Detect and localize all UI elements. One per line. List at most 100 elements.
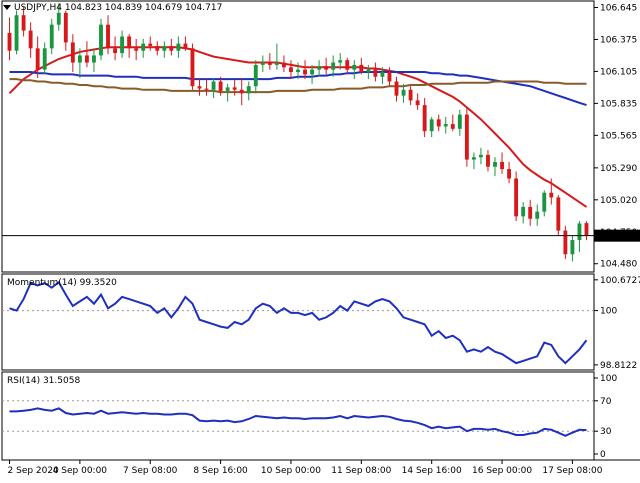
rsi-tick-label: 70 (600, 397, 612, 407)
bearish-candle (204, 88, 209, 90)
bearish-candle (183, 43, 188, 49)
bullish-candle (77, 55, 82, 63)
momentum-line (9, 280, 588, 365)
bearish-candle (450, 124, 455, 129)
time-tick-label: 16 Sep 00:00 (472, 466, 532, 476)
bullish-candle (42, 48, 47, 70)
bearish-candle (106, 24, 110, 49)
time-tick-label: 17 Sep 08:00 (542, 466, 602, 476)
bearish-candle (563, 230, 568, 255)
bullish-candle (577, 223, 582, 241)
bearish-candle (500, 161, 504, 170)
bearish-candle (436, 119, 441, 127)
time-tick-label: 14 Sep 16:00 (402, 466, 462, 476)
bearish-candle (422, 105, 427, 132)
bullish-candle (471, 157, 476, 160)
bearish-candle (197, 86, 202, 89)
bullish-candle (260, 62, 265, 65)
bearish-candle (584, 223, 589, 236)
price-tick-label: 105.835 (600, 99, 637, 109)
bearish-candle (528, 206, 533, 219)
bullish-candle (92, 55, 96, 63)
momentum-tick-label: 98.8122 (600, 361, 637, 371)
time-tick-label: 8 Sep 16:00 (193, 466, 248, 476)
price-tick-label: 104.480 (600, 260, 637, 270)
time-tick-label: 7 Sep 08:00 (123, 466, 178, 476)
bullish-candle (14, 15, 19, 51)
bullish-candle (274, 62, 279, 65)
bullish-candle (521, 206, 526, 217)
bullish-candle (542, 192, 547, 212)
bullish-candle (443, 124, 448, 127)
pane-frame-main (1, 0, 595, 273)
bullish-candle (211, 81, 216, 90)
rsi-tick-label: 30 (600, 427, 612, 437)
bearish-candle (324, 66, 329, 70)
price-tick-label: 106.645 (600, 4, 637, 14)
bearish-candle (7, 32, 12, 51)
time-tick-label: 10 Sep 00:00 (261, 466, 321, 476)
bullish-candle (310, 69, 315, 75)
bearish-candle (345, 60, 350, 70)
bearish-candle (486, 154, 490, 167)
rsi-title: RSI(14) 31.5058 (7, 376, 80, 386)
bearish-candle (84, 55, 89, 63)
bearish-candle (232, 87, 237, 90)
bullish-candle (570, 240, 575, 255)
bearish-candle (464, 114, 469, 160)
price-tick-label: 106.105 (600, 67, 637, 77)
bearish-candle (148, 43, 153, 46)
bearish-candle (21, 15, 26, 31)
momentum-tick-label: 100 (600, 307, 617, 317)
time-tick-label: 11 Sep 08:00 (331, 466, 391, 476)
bearish-candle (63, 12, 68, 43)
bearish-candle (289, 67, 293, 73)
bullish-candle (401, 89, 406, 96)
bullish-candle (120, 36, 125, 54)
bearish-candle (134, 48, 139, 51)
bullish-candle (338, 60, 343, 63)
bearish-candle (394, 81, 399, 96)
bullish-candle (99, 24, 103, 56)
bullish-candle (176, 43, 181, 51)
current-price-label: 104.717 (597, 232, 634, 242)
pane-frame-rsi (1, 371, 595, 461)
bearish-candle (28, 30, 33, 49)
chart-svg: 106.645 106.375 106.105 105.835 105.565 105.2… (1, 0, 640, 476)
bullish-candle (225, 87, 230, 91)
bearish-candle (127, 36, 132, 49)
momentum-tick-label: 100.6727 (600, 276, 640, 286)
bullish-candle (429, 119, 434, 132)
chart-root: 106.645 106.375 106.105 105.835 105.565 105.2… (0, 0, 640, 480)
bearish-candle (281, 62, 286, 68)
symbol-label: USDJPY,H4 (14, 3, 62, 13)
bearish-candle (113, 48, 117, 54)
bearish-candle (190, 48, 195, 87)
rsi-tick-label: 0 (600, 450, 606, 460)
bearish-candle (359, 64, 364, 73)
dropdown-triangle-icon[interactable] (3, 5, 11, 10)
bullish-candle (331, 62, 336, 70)
price-tick-label: 105.020 (600, 196, 637, 206)
bullish-candle (366, 69, 371, 73)
price-tick-label: 105.565 (600, 131, 637, 141)
bullish-candle (296, 69, 300, 73)
bullish-candle (317, 66, 322, 70)
bearish-candle (35, 48, 40, 70)
bearish-candle (303, 69, 307, 75)
ohlc-values: 104.823 104.839 104.679 104.717 (64, 3, 223, 13)
bullish-candle (493, 161, 497, 167)
bearish-candle (267, 62, 272, 65)
bullish-candle (352, 64, 357, 70)
bullish-candle (49, 24, 54, 49)
price-tick-label: 105.290 (600, 164, 637, 174)
ma-slow-line (9, 78, 587, 94)
time-tick-label: 4 Sep 00:00 (53, 466, 108, 476)
bullish-candle (380, 72, 385, 77)
bullish-candle (479, 154, 483, 158)
bullish-candle (535, 211, 540, 219)
bullish-candle (141, 43, 146, 51)
bearish-candle (507, 169, 512, 179)
bearish-candle (373, 69, 378, 77)
bearish-candle (415, 100, 420, 106)
